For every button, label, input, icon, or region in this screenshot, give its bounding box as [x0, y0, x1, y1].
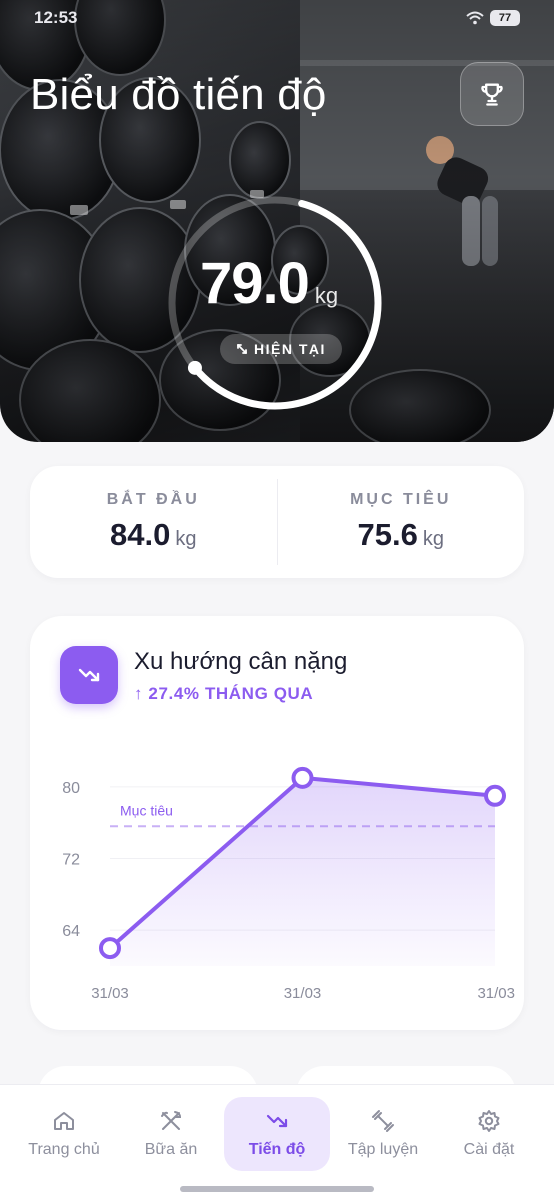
trend-change: ↑ 27.4% THÁNG QUA	[134, 684, 314, 703]
current-weight-unit: kg	[314, 283, 339, 308]
weight-trend-card: 80 72 64 Mục tiêu 31/03 31/03 31/03 Xu hướng c…	[30, 616, 524, 1030]
nav-settings[interactable]: Cài đặt	[436, 1097, 542, 1171]
wifi-icon	[466, 11, 484, 25]
current-label: HIỆN TẠI	[254, 341, 326, 357]
nav-meals[interactable]: Bữa ăn	[118, 1097, 224, 1171]
nav-workout-label: Tập luyện	[347, 1141, 419, 1158]
y-tick-label: 80	[62, 780, 80, 797]
start-stat: BẮT ĐẦU 84.0 kg	[30, 466, 277, 578]
achievements-button[interactable]	[460, 62, 524, 126]
trend-down-icon	[266, 1114, 288, 1128]
trophy-icon	[481, 83, 503, 106]
start-value: 84.0	[110, 517, 171, 552]
nav-settings-label: Cài đặt	[463, 1141, 515, 1158]
x-tick-label: 31/03	[91, 985, 129, 1002]
x-tick-label: 31/03	[284, 985, 322, 1002]
nav-meals-label: Bữa ăn	[144, 1141, 198, 1158]
y-tick-label: 64	[62, 923, 80, 940]
trend-down-icon	[78, 668, 100, 682]
trend-badge	[60, 646, 118, 704]
data-point	[291, 766, 314, 789]
goal-label: MỤC TIÊU	[350, 491, 452, 508]
nav-home[interactable]: Trang chủ	[11, 1097, 117, 1171]
start-label: BẮT ĐẦU	[106, 491, 200, 508]
current-weight-value: 79.0	[200, 251, 310, 316]
gear-icon	[478, 1110, 500, 1132]
nav-progress[interactable]: Tiến độ	[224, 1097, 330, 1171]
current-weight: 79.0 kg	[200, 250, 338, 317]
data-point	[99, 937, 121, 960]
status-bar: 12:53 77	[34, 8, 520, 28]
data-point	[484, 784, 506, 807]
current-chip: HIỆN TẠI	[220, 334, 342, 364]
goal-stat: MỤC TIÊU 75.6 kg	[278, 466, 525, 578]
resize-icon	[237, 344, 247, 354]
nav-home-label: Trang chủ	[28, 1141, 100, 1158]
nav-progress-label: Tiến độ	[248, 1141, 306, 1158]
battery-icon: 77	[490, 10, 520, 26]
y-tick-label: 72	[62, 852, 80, 869]
status-time: 12:53	[34, 8, 78, 27]
hero-header: 12:53 77 Biểu đồ tiến độ 79.0 kg HIỆN TẠ…	[0, 0, 554, 442]
dumbbell-icon	[372, 1110, 394, 1132]
status-icons: 77	[466, 8, 520, 28]
goal-line-label: Mục tiêu	[120, 802, 173, 818]
goal-value: 75.6	[357, 517, 418, 552]
home-icon	[54, 1112, 74, 1130]
trend-title: Xu hướng cân nặng	[134, 648, 348, 675]
page-title: Biểu đồ tiến độ	[30, 70, 327, 119]
start-unit: kg	[175, 528, 197, 550]
start-goal-card: BẮT ĐẦU 84.0 kg MỤC TIÊU 75.6 kg	[30, 466, 524, 578]
nav-workout[interactable]: Tập luyện	[330, 1097, 436, 1171]
bottom-nav: Trang chủ Bữa ăn Tiến độ Tập luyện Cài đ…	[0, 1084, 554, 1200]
utensils-icon	[161, 1111, 182, 1130]
x-tick-label: 31/03	[477, 985, 515, 1002]
goal-unit: kg	[422, 528, 444, 550]
home-indicator	[180, 1186, 374, 1192]
